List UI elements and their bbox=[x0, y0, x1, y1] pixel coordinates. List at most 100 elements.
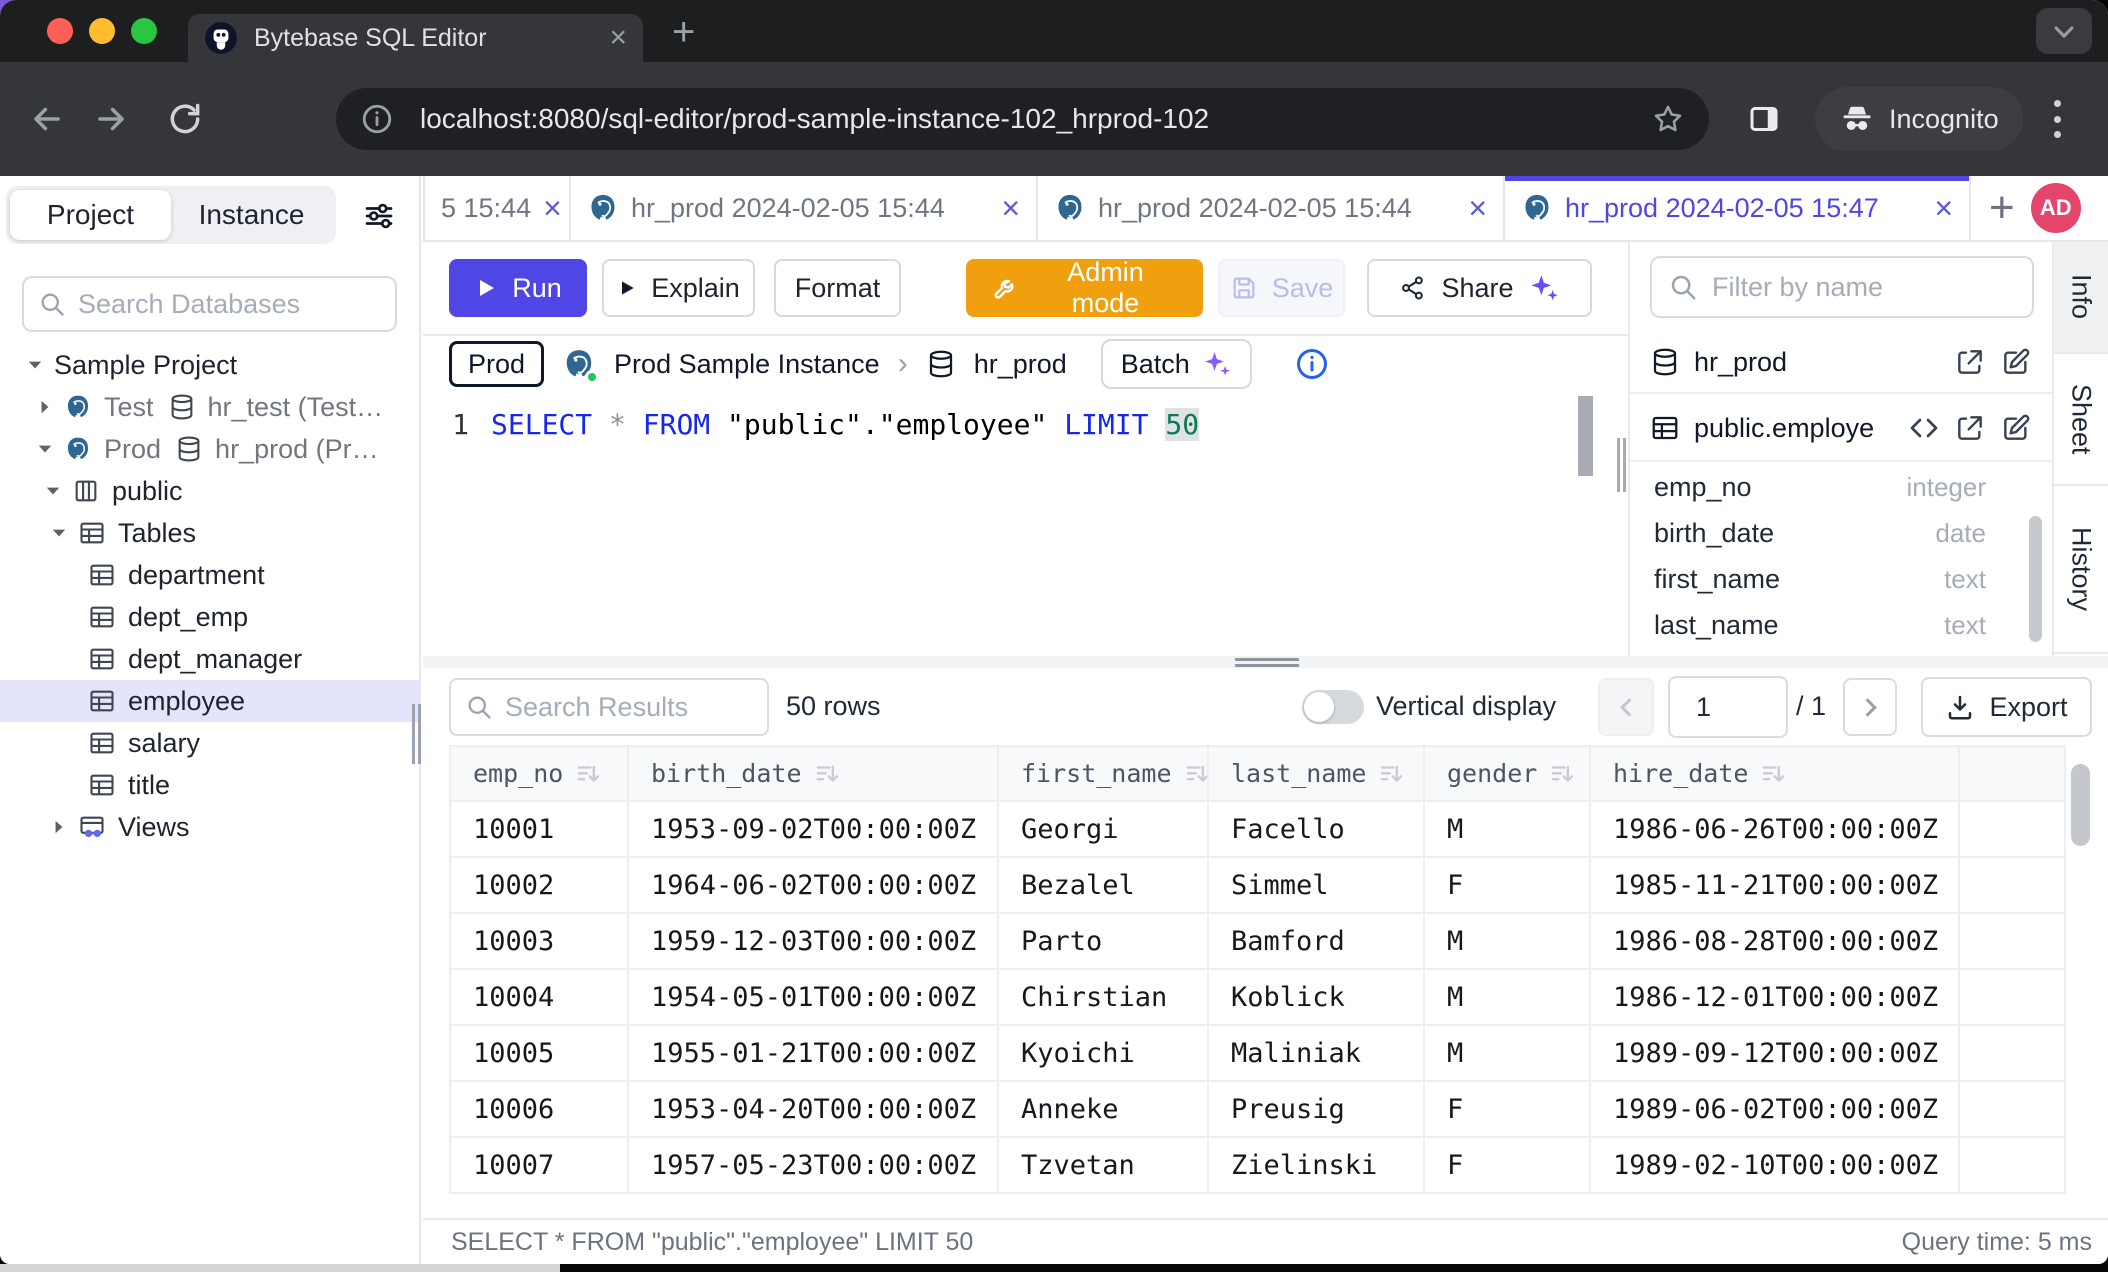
table-row-7[interactable]: 100071957-05-23T00:00:00ZTzvetanZielinsk… bbox=[450, 1137, 2065, 1193]
pane-divider[interactable] bbox=[423, 656, 2108, 668]
column-row-first_name[interactable]: first_nametext bbox=[1630, 556, 2052, 602]
sheet-tab-3[interactable]: hr_prod 2024-02-05 15:44× bbox=[1038, 176, 1505, 240]
side-panel-icon[interactable] bbox=[1746, 101, 1782, 137]
table-cell[interactable]: Tzvetan bbox=[998, 1137, 1208, 1193]
table-cell[interactable]: 1986-08-28T00:00:00Z bbox=[1590, 913, 1959, 969]
batch-button[interactable]: Batch bbox=[1101, 339, 1252, 389]
external-link-icon[interactable] bbox=[1954, 346, 1986, 378]
page-number-input[interactable] bbox=[1668, 676, 1788, 738]
table-cell[interactable]: 10006 bbox=[450, 1081, 628, 1137]
table-cell[interactable]: F bbox=[1424, 1081, 1590, 1137]
close-tab-icon[interactable]: × bbox=[609, 23, 627, 53]
table-cell[interactable]: 1953-09-02T00:00:00Z bbox=[628, 801, 998, 857]
admin-mode-button[interactable]: Admin mode bbox=[966, 259, 1203, 317]
results-search-input[interactable] bbox=[505, 692, 753, 723]
tree-item-tables[interactable]: Tables bbox=[0, 512, 419, 554]
table-cell[interactable]: Koblick bbox=[1208, 969, 1424, 1025]
table-cell[interactable]: M bbox=[1424, 801, 1590, 857]
tree-item-prod[interactable]: Prodhr_prod (Pr… bbox=[0, 428, 419, 470]
column-header-last_name[interactable]: last_name bbox=[1208, 746, 1424, 801]
table-cell[interactable]: M bbox=[1424, 1025, 1590, 1081]
save-button[interactable]: Save bbox=[1218, 259, 1345, 317]
table-cell[interactable]: 1957-05-23T00:00:00Z bbox=[628, 1137, 998, 1193]
close-icon[interactable]: × bbox=[1468, 192, 1487, 224]
panel-resize-handle[interactable] bbox=[1617, 438, 1626, 492]
edit-icon[interactable] bbox=[2000, 412, 2032, 444]
editor-scrollbar[interactable] bbox=[1578, 396, 1593, 476]
filter-settings-icon[interactable] bbox=[361, 198, 397, 234]
chevron-down-icon[interactable] bbox=[46, 520, 72, 546]
panel-scrollbar[interactable] bbox=[2029, 516, 2042, 642]
code-area[interactable]: 1 SELECT * FROM "public"."employee" LIMI… bbox=[423, 392, 1628, 656]
new-tab-button[interactable]: + bbox=[672, 12, 695, 52]
table-cell[interactable]: Kyoichi bbox=[998, 1025, 1208, 1081]
export-button[interactable]: Export bbox=[1921, 677, 2092, 737]
sheet-tab-1[interactable]: 5 15:44× bbox=[423, 176, 571, 240]
table-cell[interactable]: 1989-06-02T00:00:00Z bbox=[1590, 1081, 1959, 1137]
tree-item-test[interactable]: Testhr_test (Test… bbox=[0, 386, 419, 428]
tree-item-department[interactable]: department bbox=[0, 554, 419, 596]
instance-name[interactable]: Prod Sample Instance bbox=[614, 349, 880, 380]
column-row-emp_no[interactable]: emp_nointeger bbox=[1630, 464, 2052, 510]
column-header-gender[interactable]: gender bbox=[1424, 746, 1590, 801]
explain-button[interactable]: Explain bbox=[602, 259, 755, 317]
site-info-icon[interactable] bbox=[360, 102, 394, 136]
side-tab-sheet[interactable]: Sheet bbox=[2054, 354, 2108, 486]
tree-item-public[interactable]: public bbox=[0, 470, 419, 512]
tab-search-button[interactable] bbox=[2036, 8, 2092, 54]
sort-icon[interactable] bbox=[1378, 761, 1404, 787]
table-cell[interactable]: 1959-12-03T00:00:00Z bbox=[628, 913, 998, 969]
table-cell[interactable]: M bbox=[1424, 969, 1590, 1025]
tree-item-dept-manager[interactable]: dept_manager bbox=[0, 638, 419, 680]
run-button[interactable]: Run bbox=[449, 259, 587, 317]
sort-icon[interactable] bbox=[1760, 761, 1786, 787]
filter-input[interactable] bbox=[1712, 272, 2016, 303]
table-cell[interactable]: 1986-06-26T00:00:00Z bbox=[1590, 801, 1959, 857]
tree-item-employee[interactable]: employee bbox=[0, 680, 419, 722]
table-row-3[interactable]: 100031959-12-03T00:00:00ZPartoBamfordM19… bbox=[450, 913, 2065, 969]
format-button[interactable]: Format bbox=[774, 259, 901, 317]
table-cell[interactable]: 1955-01-21T00:00:00Z bbox=[628, 1025, 998, 1081]
sidebar-resize-handle[interactable] bbox=[411, 704, 421, 764]
bookmark-star-icon[interactable] bbox=[1651, 102, 1685, 136]
table-cell[interactable]: 1964-06-02T00:00:00Z bbox=[628, 857, 998, 913]
vertical-display-toggle[interactable] bbox=[1302, 690, 1364, 724]
sheet-tab-4[interactable]: hr_prod 2024-02-05 15:47× bbox=[1505, 176, 1971, 240]
sort-icon[interactable] bbox=[1184, 761, 1208, 787]
browser-menu-icon[interactable] bbox=[2052, 100, 2062, 138]
chevron-right-icon[interactable] bbox=[32, 394, 58, 420]
tab-project[interactable]: Project bbox=[10, 190, 171, 240]
chevron-down-icon[interactable] bbox=[22, 352, 48, 378]
table-cell[interactable]: 10005 bbox=[450, 1025, 628, 1081]
prev-page-button[interactable] bbox=[1598, 678, 1654, 736]
tree-item-views[interactable]: Views bbox=[0, 806, 419, 848]
table-row-2[interactable]: 100021964-06-02T00:00:00ZBezalelSimmelF1… bbox=[450, 857, 2065, 913]
column-header-first_name[interactable]: first_name bbox=[998, 746, 1208, 801]
table-cell[interactable]: 10004 bbox=[450, 969, 628, 1025]
tree-item-salary[interactable]: salary bbox=[0, 722, 419, 764]
table-cell[interactable]: Chirstian bbox=[998, 969, 1208, 1025]
table-cell[interactable]: F bbox=[1424, 1137, 1590, 1193]
table-cell[interactable]: Bamford bbox=[1208, 913, 1424, 969]
column-header-birth_date[interactable]: birth_date bbox=[628, 746, 998, 801]
new-sheet-button[interactable]: + bbox=[1989, 186, 2015, 230]
column-header-emp_no[interactable]: emp_no bbox=[450, 746, 628, 801]
share-button[interactable]: Share bbox=[1367, 259, 1592, 317]
table-cell[interactable]: 1953-04-20T00:00:00Z bbox=[628, 1081, 998, 1137]
tree-item-dept-emp[interactable]: dept_emp bbox=[0, 596, 419, 638]
chevron-down-icon[interactable] bbox=[32, 436, 58, 462]
table-cell[interactable]: Zielinski bbox=[1208, 1137, 1424, 1193]
zoom-window-button[interactable] bbox=[131, 18, 157, 44]
table-row-5[interactable]: 100051955-01-21T00:00:00ZKyoichiMaliniak… bbox=[450, 1025, 2065, 1081]
side-tab-info[interactable]: Info bbox=[2054, 242, 2108, 354]
code-icon[interactable] bbox=[1908, 412, 1940, 444]
sheet-tab-2[interactable]: hr_prod 2024-02-05 15:44× bbox=[571, 176, 1038, 240]
browser-tab[interactable]: Bytebase SQL Editor × bbox=[188, 14, 643, 62]
table-cell[interactable]: 10003 bbox=[450, 913, 628, 969]
table-cell[interactable]: 1989-09-12T00:00:00Z bbox=[1590, 1025, 1959, 1081]
results-scrollbar[interactable] bbox=[2071, 764, 2090, 846]
tree-item-sample-project[interactable]: Sample Project bbox=[0, 344, 419, 386]
table-cell[interactable]: M bbox=[1424, 913, 1590, 969]
chevron-down-icon[interactable] bbox=[40, 478, 66, 504]
database-search-input[interactable] bbox=[78, 289, 381, 320]
